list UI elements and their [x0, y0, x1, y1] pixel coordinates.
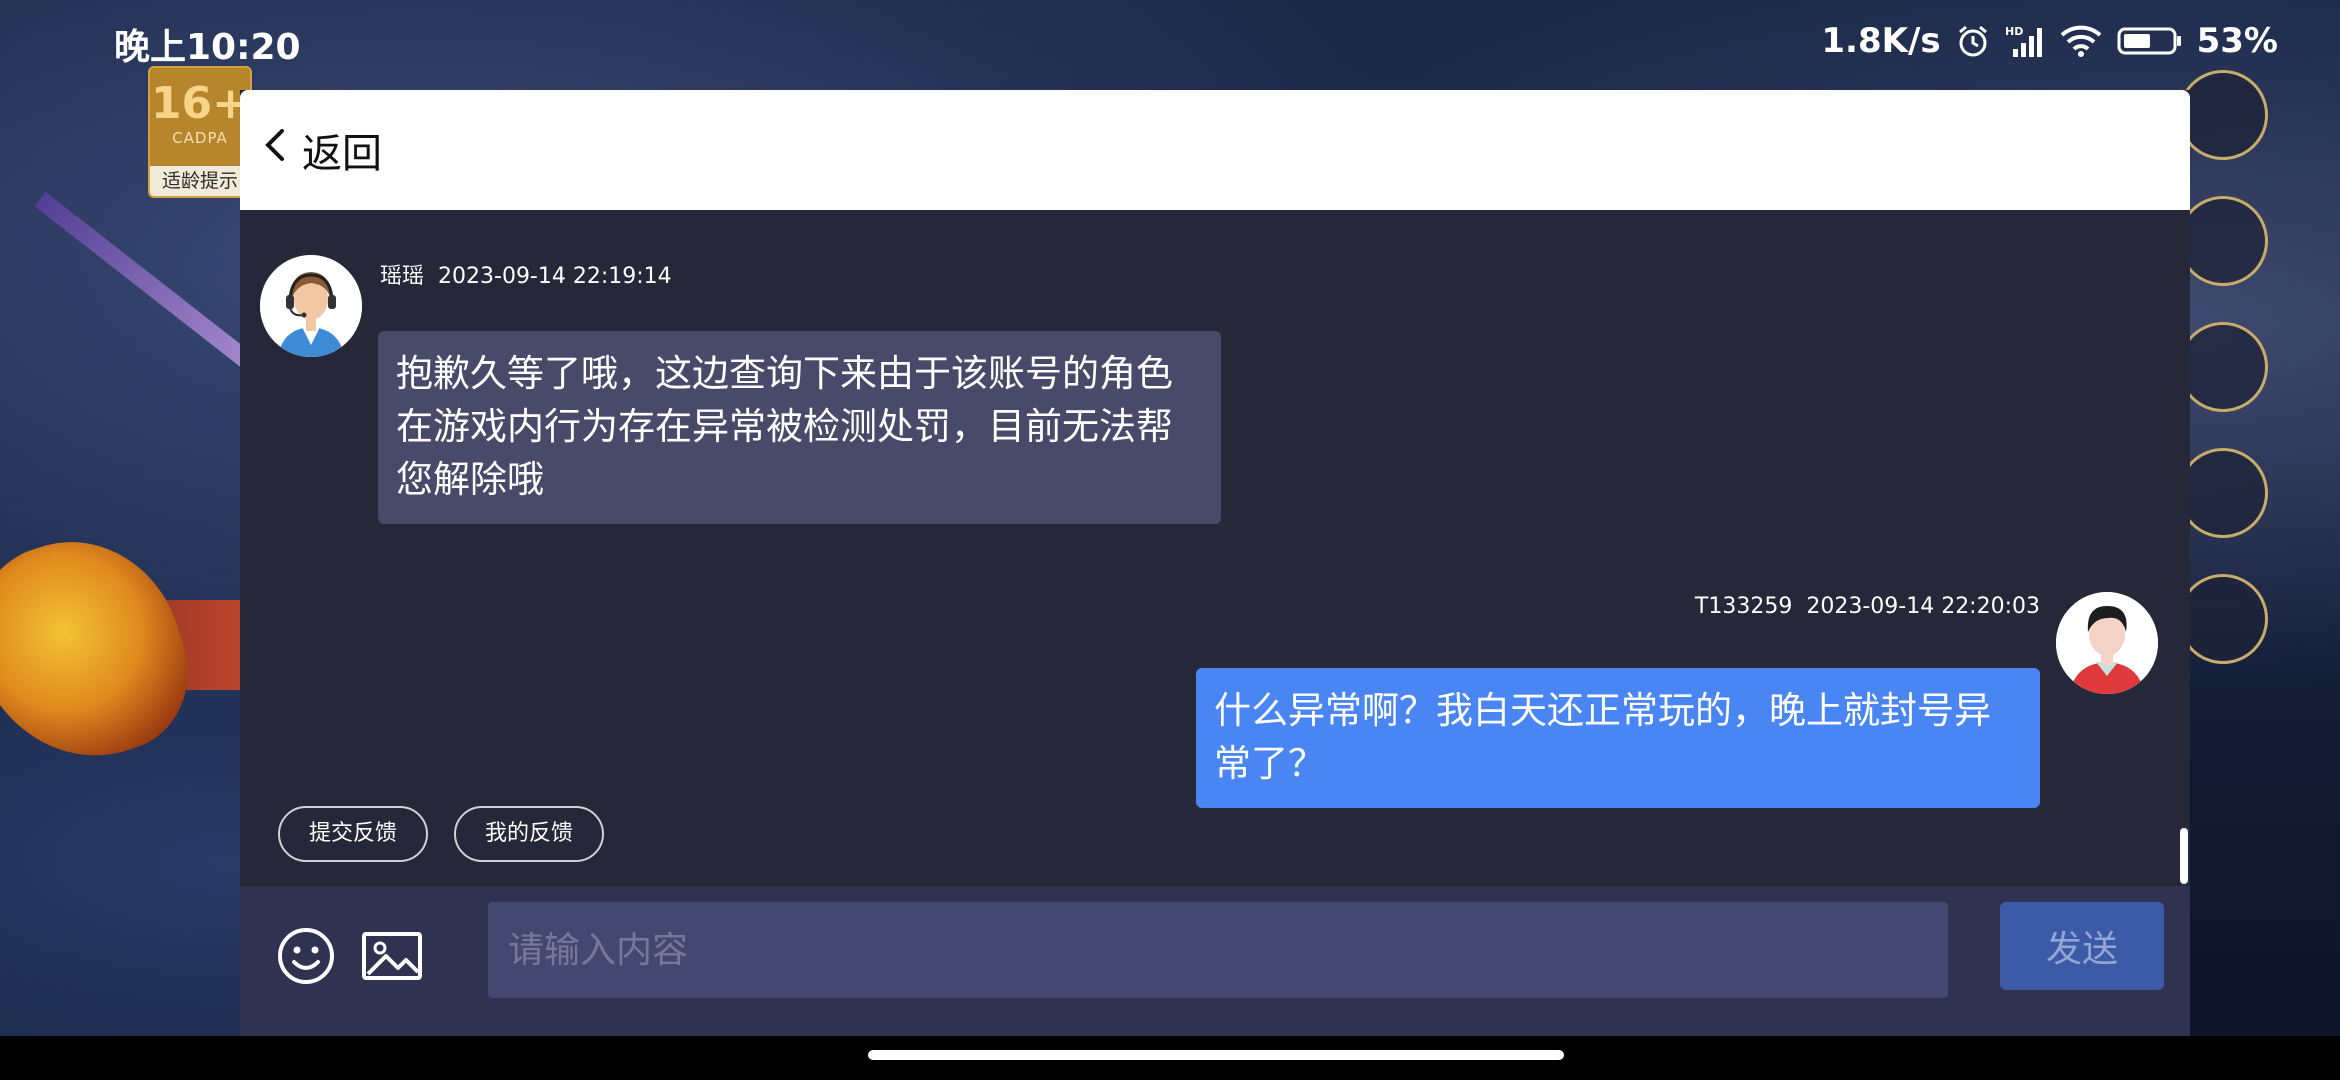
- dialog-header: 返回: [240, 90, 2190, 210]
- svg-text:HD: HD: [2005, 25, 2023, 38]
- user-name: T133259: [1694, 594, 1793, 619]
- account-icon: [2178, 574, 2268, 664]
- battery-icon: [2117, 25, 2183, 57]
- agent-message-meta: 瑶瑶 2023-09-14 22:19:14: [380, 258, 672, 290]
- user-avatar: [2056, 592, 2158, 694]
- my-feedback-button[interactable]: 我的反馈: [454, 806, 604, 862]
- background-staff-art: [34, 191, 267, 379]
- user-message-time: 2023-09-14 22:20:03: [1806, 594, 2040, 619]
- send-button[interactable]: 发送: [2000, 902, 2164, 990]
- age-rating-org: CADPA: [172, 129, 228, 147]
- chevron-left-icon: [260, 123, 290, 177]
- back-label: 返回: [302, 131, 382, 177]
- agent-name: 瑶瑶: [380, 264, 425, 289]
- agent-avatar: [260, 255, 362, 357]
- back-button[interactable]: 返回: [260, 114, 382, 186]
- agent-message-time: 2023-09-14 22:19:14: [438, 264, 672, 289]
- customer-service-icon: [2178, 448, 2268, 538]
- status-indicators: 1.8K/s HD 53%: [1821, 18, 2278, 64]
- agent-message-bubble: 抱歉久等了哦，这边查询下来由于该账号的角色在游戏内行为存在异常被检测处罚，目前无…: [378, 331, 1221, 524]
- age-rating-badge: 16+ CADPA 适龄提示: [148, 66, 252, 198]
- age-rating-tip: 适龄提示: [150, 166, 250, 196]
- message-composer: 发送: [240, 886, 2190, 1036]
- customer-service-dialog: 返回 瑶瑶 2023-09-14 22:19:14 抱歉久等了哦，这边查询下来由…: [240, 90, 2190, 1036]
- user-message-meta: T133259 2023-09-14 22:20:03: [1695, 594, 2040, 619]
- announcement-icon: [2178, 70, 2268, 160]
- home-indicator[interactable]: [868, 1050, 1564, 1060]
- hd-signal-icon: HD: [2005, 23, 2045, 59]
- repair-icon: [2178, 322, 2268, 412]
- agreement-icon: [2178, 196, 2268, 286]
- user-message-bubble: 什么异常啊？我白天还正常玩的，晚上就封号异常了？: [1196, 668, 2040, 808]
- alarm-icon: [1955, 23, 1991, 59]
- scrollbar[interactable]: [2180, 828, 2188, 884]
- message-input[interactable]: [488, 902, 1948, 998]
- emoji-icon[interactable]: [274, 924, 338, 988]
- image-icon[interactable]: [360, 924, 424, 988]
- age-rating-number: 16+: [150, 78, 250, 129]
- status-time: 晚上10:20: [114, 27, 301, 68]
- submit-feedback-button[interactable]: 提交反馈: [278, 806, 428, 862]
- wifi-icon: [2059, 23, 2103, 59]
- network-speed: 1.8K/s: [1821, 21, 1941, 61]
- background-character-art: [0, 514, 210, 786]
- battery-percent: 53%: [2196, 21, 2278, 61]
